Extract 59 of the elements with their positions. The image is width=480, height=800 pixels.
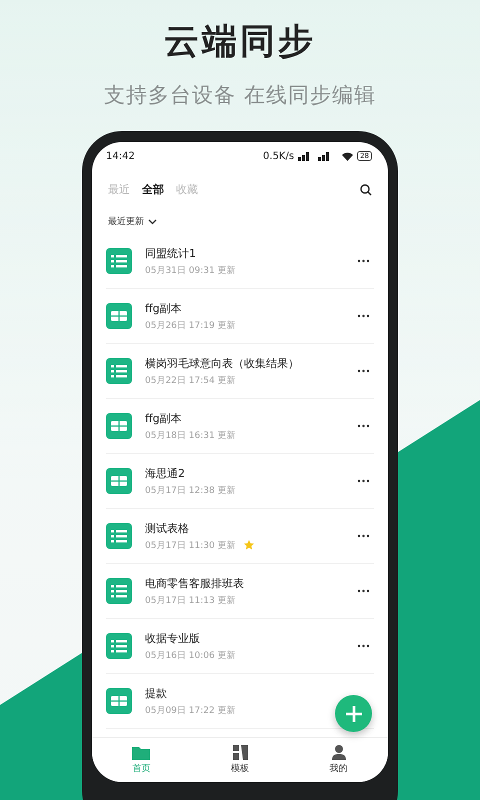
- file-updated: 05月09日 17:22 更新: [145, 704, 236, 716]
- template-icon: [232, 745, 248, 760]
- more-icon[interactable]: [357, 369, 370, 373]
- file-name: 电商零售客服排班表: [145, 576, 245, 590]
- list-sheet-icon: [106, 578, 132, 604]
- list-sheet-icon: [106, 248, 132, 274]
- file-row[interactable]: 横岗羽毛球意向表（收集结果） 05月22日 17:54 更新: [106, 344, 374, 399]
- file-name: ffg副本: [145, 410, 183, 426]
- chevron-down-icon: [148, 218, 157, 224]
- subheadline: 支持多台设备 在线同步编辑: [104, 82, 376, 109]
- file-row[interactable]: 测试表格 05月17日 11:30 更新: [106, 509, 374, 564]
- file-updated: 05月17日 11:30 更新: [145, 540, 236, 552]
- file-row[interactable]: ffg副本 05月18日 16:31 更新: [106, 399, 374, 454]
- nav-tab[interactable]: 模板: [190, 738, 290, 782]
- file-updated: 05月16日 10:06 更新: [145, 650, 236, 662]
- file-updated: 05月26日 17:19 更新: [145, 320, 236, 332]
- tab[interactable]: 全部: [142, 182, 164, 197]
- wifi-icon: [342, 152, 354, 160]
- file-row[interactable]: 同盟统计1 05月31日 09:31 更新: [106, 234, 374, 289]
- file-name: 测试表格: [145, 520, 190, 536]
- list-sheet-icon: [106, 633, 132, 659]
- more-icon[interactable]: [357, 479, 370, 483]
- file-name: 横岗羽毛球意向表（收集结果）: [145, 356, 300, 370]
- file-updated: 05月31日 09:31 更新: [145, 264, 236, 276]
- folder-icon: [132, 745, 150, 760]
- list-sheet-icon: [106, 358, 132, 384]
- more-icon[interactable]: [357, 424, 370, 428]
- search-icon[interactable]: [360, 184, 372, 196]
- sort-dropdown[interactable]: 最近更新: [108, 215, 388, 228]
- file-row[interactable]: ffg副本 05月26日 17:19 更新: [106, 289, 374, 344]
- file-updated: 05月17日 12:38 更新: [145, 484, 236, 496]
- file-updated: 05月17日 11:13 更新: [145, 594, 236, 606]
- person-icon: [332, 745, 346, 760]
- network-speed: 0.5K/s: [263, 150, 294, 162]
- list-sheet-icon: [106, 523, 132, 549]
- file-name: 提款: [145, 686, 168, 700]
- more-icon[interactable]: [357, 259, 370, 263]
- file-row[interactable]: 海思通2 05月17日 12:38 更新: [106, 454, 374, 509]
- more-icon[interactable]: [357, 589, 370, 593]
- more-icon[interactable]: [357, 644, 370, 648]
- nav-tab[interactable]: 我的: [289, 738, 388, 782]
- table-sheet-icon: [106, 688, 132, 714]
- more-icon[interactable]: [357, 314, 370, 318]
- add-button[interactable]: [335, 695, 372, 732]
- plus-icon: [344, 704, 362, 722]
- file-updated: 05月22日 17:54 更新: [145, 374, 236, 386]
- file-row[interactable]: 收据专业版 05月16日 10:06 更新: [106, 619, 374, 674]
- file-name: 同盟统计1: [145, 246, 197, 260]
- file-updated: 05月18日 16:31 更新: [145, 430, 236, 442]
- file-name: 海思通2: [145, 466, 186, 480]
- headline: 云端同步: [164, 21, 316, 64]
- table-sheet-icon: [106, 303, 132, 329]
- more-icon[interactable]: [357, 534, 370, 538]
- table-sheet-icon: [106, 413, 132, 439]
- table-sheet-icon: [106, 468, 132, 494]
- file-name: ffg副本: [145, 300, 183, 316]
- file-name: 收据专业版: [145, 630, 201, 646]
- status-time: 14:42: [106, 150, 135, 162]
- file-row[interactable]: 电商零售客服排班表 05月17日 11:13 更新: [106, 564, 374, 619]
